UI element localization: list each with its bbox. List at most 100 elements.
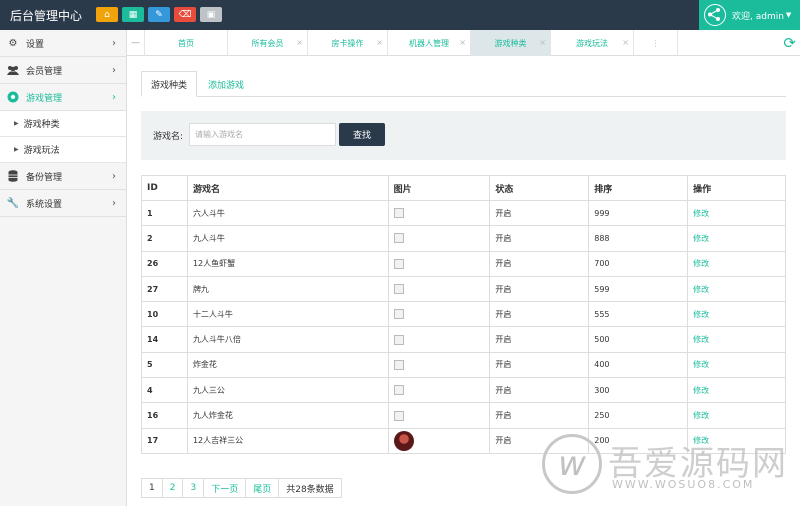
- subtab-add-game[interactable]: 添加游戏: [201, 71, 251, 97]
- cell-sort: 500: [588, 326, 689, 353]
- close-icon[interactable]: ×: [539, 38, 546, 47]
- tab-scroll-left-button[interactable]: —: [127, 30, 145, 56]
- cell-status: 开启: [489, 351, 590, 379]
- sidebar-subitem-game-types[interactable]: ▶ 游戏种类: [0, 111, 126, 137]
- column-header-status: 状态: [489, 175, 590, 201]
- edit-link[interactable]: 修改: [693, 285, 709, 294]
- chevron-right-icon: ›: [112, 91, 116, 103]
- cell-sort: 250: [588, 402, 689, 429]
- cell-status: 开启: [489, 326, 590, 353]
- subtab-game-types[interactable]: 游戏种类: [141, 71, 197, 97]
- edit-button[interactable]: ✎: [148, 7, 170, 22]
- table-row: 16 九人炸金花 开启 250 修改: [141, 402, 786, 429]
- screen-icon: ▣: [206, 9, 216, 20]
- edit-link[interactable]: 修改: [693, 360, 709, 369]
- grid-icon: ▦: [128, 9, 138, 20]
- grid-button[interactable]: ▦: [122, 7, 144, 22]
- last-page-button[interactable]: 尾页: [246, 479, 280, 497]
- tab-label: 房卡操作: [331, 38, 364, 48]
- cell-id: 1: [141, 199, 188, 227]
- chevron-right-icon: ›: [112, 64, 116, 76]
- home-button[interactable]: ⌂: [96, 7, 118, 22]
- sidebar-item-label: 会员管理: [26, 66, 63, 77]
- content-subtabs: 游戏种类 添加游戏: [141, 71, 786, 97]
- cell-sort: 700: [588, 250, 689, 277]
- game-name-input[interactable]: [189, 123, 336, 146]
- broken-image-icon: [393, 410, 404, 421]
- tab-all-members[interactable]: 所有会员 ×: [228, 30, 308, 56]
- sidebar-item-backup[interactable]: 备份管理 ›: [0, 163, 126, 190]
- cell-image: [387, 326, 491, 353]
- database-icon: [6, 170, 20, 182]
- cell-action: 修改: [687, 351, 786, 379]
- cell-image: [387, 225, 491, 252]
- page-2[interactable]: 2: [163, 479, 184, 497]
- cell-status: 开启: [489, 301, 590, 328]
- tab-label: 游戏玩法: [576, 38, 608, 48]
- cell-name: 十二人斗牛: [186, 301, 389, 328]
- cell-status: 开启: [489, 199, 590, 227]
- cell-action: 修改: [687, 402, 786, 429]
- user-menu[interactable]: 欢迎, admin ▼: [699, 0, 800, 30]
- page-1[interactable]: 1: [142, 479, 163, 497]
- tab-strip: — 首页 所有会员 × 房卡操作 × 机器人管理 × 游戏种类 × 游戏玩法 × ⋮ ⟳: [127, 30, 800, 56]
- screen-button[interactable]: ▣: [200, 7, 222, 22]
- cell-action: 修改: [687, 326, 786, 353]
- edit-link[interactable]: 修改: [693, 209, 709, 218]
- cell-image: [387, 427, 491, 454]
- cell-status: 开启: [489, 225, 590, 252]
- edit-link[interactable]: 修改: [693, 436, 709, 445]
- dash-icon: —: [131, 38, 140, 48]
- caret-down-icon: ▼: [785, 11, 792, 19]
- cell-image: [387, 351, 491, 379]
- page-3[interactable]: 3: [183, 479, 205, 497]
- cell-sort: 599: [588, 275, 689, 303]
- sidebar-item-settings[interactable]: ⚙ 设置 ›: [0, 30, 126, 57]
- search-button[interactable]: 查找: [339, 123, 385, 146]
- close-icon[interactable]: ×: [459, 38, 466, 47]
- welcome-text: 欢迎, admin: [732, 11, 784, 22]
- edit-link[interactable]: 修改: [693, 411, 709, 420]
- tab-room-card[interactable]: 房卡操作 ×: [308, 30, 388, 56]
- tab-label: 机器人管理: [409, 38, 449, 48]
- table-row: 5 炸金花 开启 400 修改: [141, 351, 786, 379]
- trash-icon: ⌫: [178, 9, 192, 20]
- sidebar-item-system-settings[interactable]: 🔧 系统设置 ›: [0, 190, 126, 217]
- pencil-icon: ✎: [155, 9, 163, 20]
- cell-action: 修改: [687, 427, 786, 454]
- sidebar-item-game-management[interactable]: 游戏管理 ›: [0, 84, 126, 111]
- refresh-icon[interactable]: ⟳: [783, 34, 796, 52]
- close-icon[interactable]: ×: [622, 38, 629, 47]
- tab-game-modes[interactable]: 游戏玩法 ×: [551, 30, 634, 56]
- edit-link[interactable]: 修改: [693, 310, 709, 319]
- edit-link[interactable]: 修改: [693, 335, 709, 344]
- edit-link[interactable]: 修改: [693, 234, 709, 243]
- delete-button[interactable]: ⌫: [174, 7, 196, 22]
- broken-image-icon: [393, 309, 404, 320]
- tab-robots[interactable]: 机器人管理 ×: [388, 30, 471, 56]
- next-page-button[interactable]: 下一页: [204, 479, 247, 497]
- edit-link[interactable]: 修改: [693, 386, 709, 395]
- app-title: 后台管理中心: [10, 9, 83, 23]
- broken-image-icon: [393, 233, 404, 244]
- close-icon[interactable]: ×: [296, 38, 303, 47]
- edit-link[interactable]: 修改: [693, 259, 709, 268]
- main-content: 游戏种类 添加游戏 游戏名: 查找 ID 游戏名 图片 状态 排序 操作 1六人…: [127, 57, 800, 506]
- caret-right-icon: ▶: [14, 146, 19, 153]
- table-row: 26 12人鱼虾蟹 开启 700 修改: [141, 250, 786, 277]
- broken-image-icon: [393, 208, 404, 219]
- tab-home[interactable]: 首页: [145, 30, 228, 56]
- pagination: 1 2 3 下一页 尾页 共28条数据: [141, 478, 342, 498]
- users-icon: [6, 64, 20, 76]
- sidebar-subitem-game-modes[interactable]: ▶ 游戏玩法: [0, 137, 126, 163]
- close-icon[interactable]: ×: [376, 38, 383, 47]
- cell-id: 10: [141, 301, 188, 328]
- tab-more[interactable]: ⋮: [634, 30, 678, 56]
- tab-label: 首页: [178, 38, 194, 48]
- cell-name: 九人斗牛: [186, 225, 389, 252]
- cell-action: 修改: [687, 199, 786, 227]
- tab-game-types[interactable]: 游戏种类 ×: [471, 30, 551, 56]
- cell-id: 4: [141, 377, 188, 404]
- cell-image: [387, 250, 491, 277]
- sidebar-item-members[interactable]: 会员管理 ›: [0, 57, 126, 84]
